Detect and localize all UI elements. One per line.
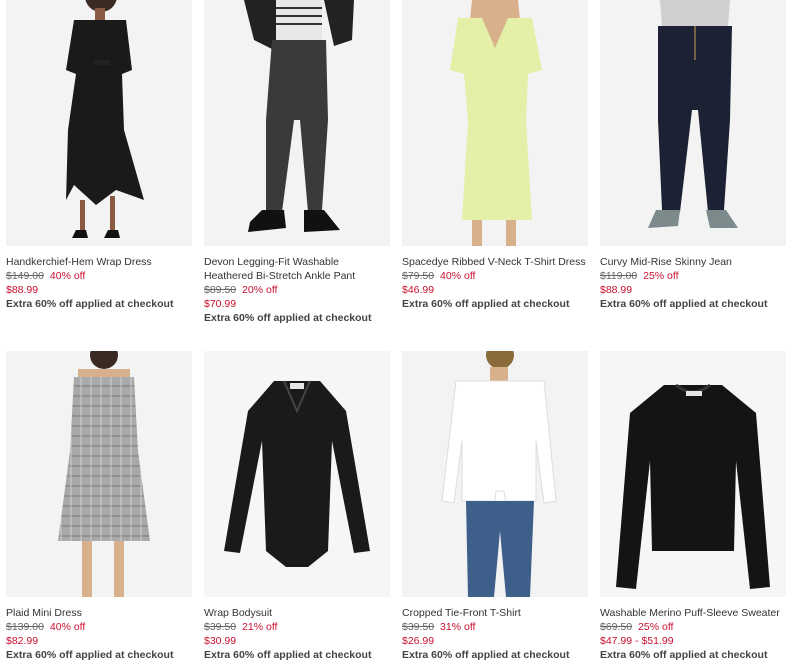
product-name[interactable]: Washable Merino Puff-Sleeve Sweater (600, 606, 786, 620)
promo-text: Extra 60% off applied at checkout (402, 298, 570, 310)
product-image[interactable] (402, 0, 588, 246)
bodysuit-photo (204, 351, 390, 597)
original-price: $39.50 (204, 621, 237, 633)
sale-price: $47.99 - $51.99 (600, 635, 674, 647)
original-price: $89.50 (204, 284, 237, 296)
product-name[interactable]: Devon Legging-Fit Washable Heathered Bi-… (204, 255, 390, 283)
discount-percent: 25% off (638, 621, 674, 633)
sweater-photo (600, 351, 786, 597)
price-row: $79.50 40% off (402, 269, 588, 283)
product-card[interactable]: Spacedye Ribbed V-Neck T-Shirt Dress $79… (402, 0, 588, 312)
product-card[interactable]: Cropped Tie-Front T-Shirt $39.50 31% off… (402, 351, 588, 663)
original-price: $39.50 (402, 621, 435, 633)
product-card[interactable]: Curvy Mid-Rise Skinny Jean $119.00 25% o… (600, 0, 786, 312)
sale-price: $82.99 (6, 635, 39, 647)
pant-photo (204, 0, 390, 246)
product-image[interactable] (6, 351, 192, 597)
product-name[interactable]: Handkerchief-Hem Wrap Dress (6, 255, 192, 269)
product-image[interactable] (204, 0, 390, 246)
product-card[interactable]: Devon Legging-Fit Washable Heathered Bi-… (204, 0, 390, 326)
product-card[interactable]: Plaid Mini Dress $139.00 40% off $82.99 … (6, 351, 192, 663)
price-row: $119.00 25% off (600, 269, 786, 283)
price-row: $149.00 40% off (6, 269, 192, 283)
sale-price: $26.99 (402, 635, 435, 647)
original-price: $79.50 (402, 270, 435, 282)
original-price: $119.00 (600, 270, 638, 282)
jean-photo (600, 0, 786, 246)
original-price: $149.00 (6, 270, 44, 282)
original-price: $139.00 (6, 621, 44, 633)
promo-text: Extra 60% off applied at checkout (204, 649, 372, 661)
discount-percent: 20% off (242, 284, 278, 296)
product-name[interactable]: Plaid Mini Dress (6, 606, 192, 620)
product-name[interactable]: Curvy Mid-Rise Skinny Jean (600, 255, 786, 269)
product-image[interactable] (600, 351, 786, 597)
discount-percent: 25% off (643, 270, 679, 282)
tie-front-tshirt-photo (402, 351, 588, 597)
price-row: $69.50 25% off (600, 620, 786, 634)
price-row: $89.50 20% off (204, 283, 390, 297)
promo-text: Extra 60% off applied at checkout (600, 649, 768, 661)
product-name[interactable]: Wrap Bodysuit (204, 606, 390, 620)
price-row: $39.50 31% off (402, 620, 588, 634)
sale-price: $46.99 (402, 284, 435, 296)
price-row: $139.00 40% off (6, 620, 192, 634)
product-image[interactable] (6, 0, 192, 246)
discount-percent: 40% off (440, 270, 476, 282)
product-name[interactable]: Spacedye Ribbed V-Neck T-Shirt Dress (402, 255, 588, 269)
tshirt-dress-photo (402, 0, 588, 246)
product-name[interactable]: Cropped Tie-Front T-Shirt (402, 606, 588, 620)
price-row: $39.50 21% off (204, 620, 390, 634)
product-grid: Handkerchief-Hem Wrap Dress $149.00 40% … (0, 0, 800, 667)
sale-price: $88.99 (6, 284, 39, 296)
product-image[interactable] (204, 351, 390, 597)
sale-price: $30.99 (204, 635, 237, 647)
promo-text: Extra 60% off applied at checkout (600, 298, 768, 310)
sale-price: $88.99 (600, 284, 633, 296)
discount-percent: 40% off (49, 270, 86, 282)
promo-text: Extra 60% off applied at checkout (6, 649, 174, 661)
product-card[interactable]: Washable Merino Puff-Sleeve Sweater $69.… (600, 351, 786, 663)
discount-percent: 31% off (440, 621, 476, 633)
promo-text: Extra 60% off applied at checkout (6, 298, 174, 310)
plaid-dress-photo (6, 351, 192, 597)
sale-price: $70.99 (204, 298, 237, 310)
product-card[interactable]: Wrap Bodysuit $39.50 21% off $30.99 Extr… (204, 351, 390, 663)
original-price: $69.50 (600, 621, 633, 633)
product-image[interactable] (600, 0, 786, 246)
discount-percent: 40% off (49, 621, 86, 633)
promo-text: Extra 60% off applied at checkout (402, 649, 570, 661)
discount-percent: 21% off (242, 621, 278, 633)
dress-photo (6, 0, 192, 246)
product-image[interactable] (402, 351, 588, 597)
product-card[interactable]: Handkerchief-Hem Wrap Dress $149.00 40% … (6, 0, 192, 312)
promo-text: Extra 60% off applied at checkout (204, 312, 372, 324)
